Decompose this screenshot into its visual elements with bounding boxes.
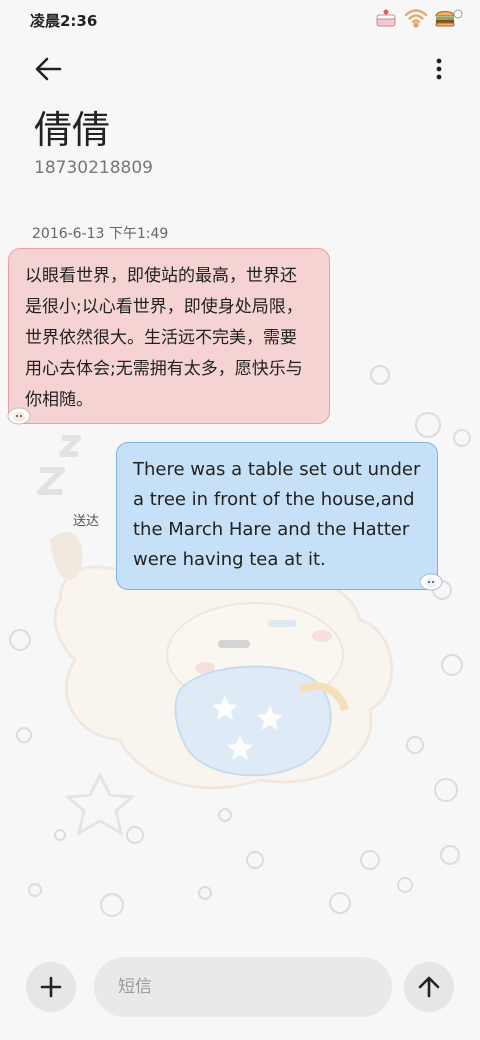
outgoing-message-text: There was a table set out under a tree i… xyxy=(133,459,421,570)
status-time: 凌晨2:36 xyxy=(30,12,98,30)
arrow-left-icon xyxy=(35,57,62,81)
sheep-sticker-icon xyxy=(7,407,31,425)
plus-icon xyxy=(40,976,62,998)
contact-phone-number: 18730218809 xyxy=(34,158,153,178)
more-vertical-icon xyxy=(436,58,442,80)
incoming-message-bubble[interactable]: 以眼看世界，即使站的最高，世界还是很小;以心看世界，即使身处局限，世界依然很大。… xyxy=(8,248,330,424)
back-button[interactable] xyxy=(30,52,70,88)
outgoing-message-bubble[interactable]: There was a table set out under a tree i… xyxy=(116,442,438,590)
cake-icon xyxy=(374,8,398,28)
message-input[interactable] xyxy=(94,957,392,1017)
message-timestamp: 2016-6-13 下午1:49 xyxy=(32,226,169,242)
contact-name: 倩倩 xyxy=(34,108,111,152)
wifi-icon xyxy=(404,8,428,28)
incoming-message-text: 以眼看世界，即使站的最高，世界还是很小;以心看世界，即使身处局限，世界依然很大。… xyxy=(25,266,303,410)
delivery-status: 送达 xyxy=(73,514,100,529)
sheep-sticker-icon xyxy=(419,573,443,591)
status-icons xyxy=(374,8,463,28)
burger-battery-icon xyxy=(434,8,463,28)
send-button[interactable] xyxy=(404,962,454,1012)
more-options-button[interactable] xyxy=(432,54,446,84)
add-attachment-button[interactable] xyxy=(26,962,76,1012)
arrow-up-icon xyxy=(418,976,440,998)
